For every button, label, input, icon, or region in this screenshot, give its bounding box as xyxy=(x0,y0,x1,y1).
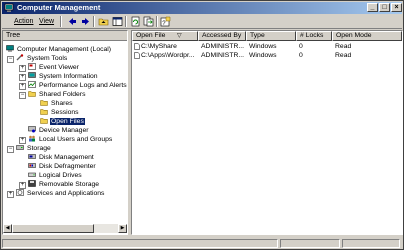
tree-pane[interactable]: Tree Computer Management (Local) − Syste… xyxy=(2,30,128,235)
tree-node-shares[interactable]: Shares xyxy=(40,99,74,108)
event-viewer-icon xyxy=(28,63,36,70)
tree-tab[interactable]: Tree xyxy=(3,31,127,41)
expand-system-information-icon[interactable]: + xyxy=(19,74,26,81)
toolbar-separator xyxy=(93,16,95,27)
tree-node-performance-logs[interactable]: Performance Logs and Alerts xyxy=(28,81,127,90)
tree-node-services-applications[interactable]: Services and Applications xyxy=(16,189,105,198)
menu-view[interactable]: View xyxy=(39,17,54,26)
tree-node-removable-storage[interactable]: Removable Storage xyxy=(28,180,100,189)
toolbar-separator xyxy=(60,16,62,27)
tree-node-storage[interactable]: Storage xyxy=(16,144,52,153)
scroll-right-button[interactable]: ▶ xyxy=(118,224,127,233)
folder-icon xyxy=(28,91,36,97)
column-header-accessed-by[interactable]: Accessed By xyxy=(198,31,246,41)
toolbar-separator xyxy=(125,16,127,27)
disk-icon xyxy=(28,154,36,159)
cell-accessed-by: ADMINISTR... xyxy=(201,52,245,59)
file-icon xyxy=(134,43,140,50)
back-icon[interactable] xyxy=(67,16,78,27)
tree-node-event-viewer[interactable]: Event Viewer xyxy=(28,63,80,72)
tree-node-disk-management[interactable]: Disk Management xyxy=(28,153,95,162)
cell-locks: 0 xyxy=(299,43,303,50)
performance-icon xyxy=(28,81,36,88)
tree-node-computer-management[interactable]: Computer Management (Local) xyxy=(6,45,112,54)
expand-event-viewer-icon[interactable]: + xyxy=(19,65,26,72)
device-icon xyxy=(28,126,36,133)
cell-type: Windows xyxy=(249,43,277,50)
status-segment xyxy=(342,239,400,248)
column-header-type[interactable]: Type xyxy=(246,31,296,41)
computer-icon xyxy=(6,45,14,52)
defrag-icon xyxy=(28,163,36,168)
folder-icon xyxy=(40,109,48,115)
expand-removable-storage-icon[interactable]: + xyxy=(19,182,26,189)
drive-icon xyxy=(28,172,36,177)
tree-node-sessions[interactable]: Sessions xyxy=(40,108,80,117)
cell-open-mode: Read xyxy=(335,43,352,50)
services-icon xyxy=(16,189,24,196)
tree-horizontal-scrollbar[interactable]: ◀ ▶ xyxy=(3,224,127,233)
tree-node-system-information[interactable]: System Information xyxy=(28,72,99,81)
tree-node-disk-defragmenter[interactable]: Disk Defragmenter xyxy=(28,162,97,171)
scroll-left-button[interactable]: ◀ xyxy=(3,224,12,233)
tree-node-system-tools[interactable]: System Tools xyxy=(16,54,68,63)
status-bar xyxy=(2,238,402,249)
toolbar-separator xyxy=(156,16,158,27)
column-header-open-file[interactable]: Open File ▽ xyxy=(132,31,198,41)
show-hide-tree-icon[interactable] xyxy=(112,16,123,27)
status-segment xyxy=(280,239,340,248)
up-folder-icon[interactable] xyxy=(98,16,109,27)
info-icon xyxy=(28,72,36,78)
export-list-icon[interactable] xyxy=(143,16,154,27)
status-segment xyxy=(2,239,278,248)
menu-toolbar: Action View ? xyxy=(2,15,402,29)
tree-node-device-manager[interactable]: Device Manager xyxy=(28,126,90,135)
table-row[interactable]: C:\MyShare ADMINISTR... Windows 0 Read xyxy=(132,42,402,51)
menu-action[interactable]: Action xyxy=(14,17,33,26)
tree-node-logical-drives[interactable]: Logical Drives xyxy=(28,171,83,180)
expand-services-applications-icon[interactable]: + xyxy=(7,191,14,198)
maximize-button[interactable]: □ xyxy=(379,3,390,12)
tree-node-open-files[interactable]: Open Files xyxy=(40,117,85,126)
collapse-system-tools-icon[interactable]: − xyxy=(7,56,14,63)
folder-icon xyxy=(40,118,48,124)
users-icon xyxy=(29,135,35,142)
window-title: Computer Management xyxy=(17,3,101,12)
sort-descending-icon: ▽ xyxy=(177,33,182,39)
collapse-storage-icon[interactable]: − xyxy=(7,146,14,153)
refresh-icon[interactable] xyxy=(130,16,141,27)
cell-accessed-by: ADMINISTR... xyxy=(201,43,245,50)
cell-open-file: C:\MyShare xyxy=(141,43,177,50)
cell-type: Windows xyxy=(249,52,277,59)
tree-node-local-users-groups[interactable]: Local Users and Groups xyxy=(28,135,113,144)
cell-open-mode: Read xyxy=(335,52,352,59)
forward-icon[interactable] xyxy=(80,16,91,27)
column-header-locks[interactable]: # Locks xyxy=(296,31,332,41)
title-bar[interactable]: Computer Management _ □ × xyxy=(2,2,402,14)
collapse-shared-folders-icon[interactable]: − xyxy=(19,92,26,99)
table-row[interactable]: C:\Apps\Wordpr... ADMINISTR... Windows 0… xyxy=(132,51,402,60)
folder-icon xyxy=(40,100,48,106)
computer-management-window: Computer Management _ □ × Action View ? … xyxy=(0,0,404,250)
close-button[interactable]: × xyxy=(391,3,402,12)
column-header-open-mode[interactable]: Open Mode xyxy=(332,31,402,41)
file-icon xyxy=(134,52,140,59)
cell-locks: 0 xyxy=(299,52,303,59)
computer-management-app-icon xyxy=(4,3,14,12)
expand-performance-logs-icon[interactable]: + xyxy=(19,83,26,90)
help-icon[interactable]: ? xyxy=(160,16,171,27)
cell-open-file: C:\Apps\Wordpr... xyxy=(141,52,195,59)
open-files-list[interactable]: Open File ▽ Accessed By Type # Locks Ope… xyxy=(131,30,403,235)
tools-icon xyxy=(16,54,24,61)
tree-node-shared-folders[interactable]: Shared Folders xyxy=(28,90,86,99)
scroll-thumb[interactable] xyxy=(12,224,94,233)
minimize-button[interactable]: _ xyxy=(367,3,378,12)
storage-icon xyxy=(16,145,24,150)
removable-icon xyxy=(28,180,36,187)
expand-local-users-icon[interactable]: + xyxy=(19,137,26,144)
